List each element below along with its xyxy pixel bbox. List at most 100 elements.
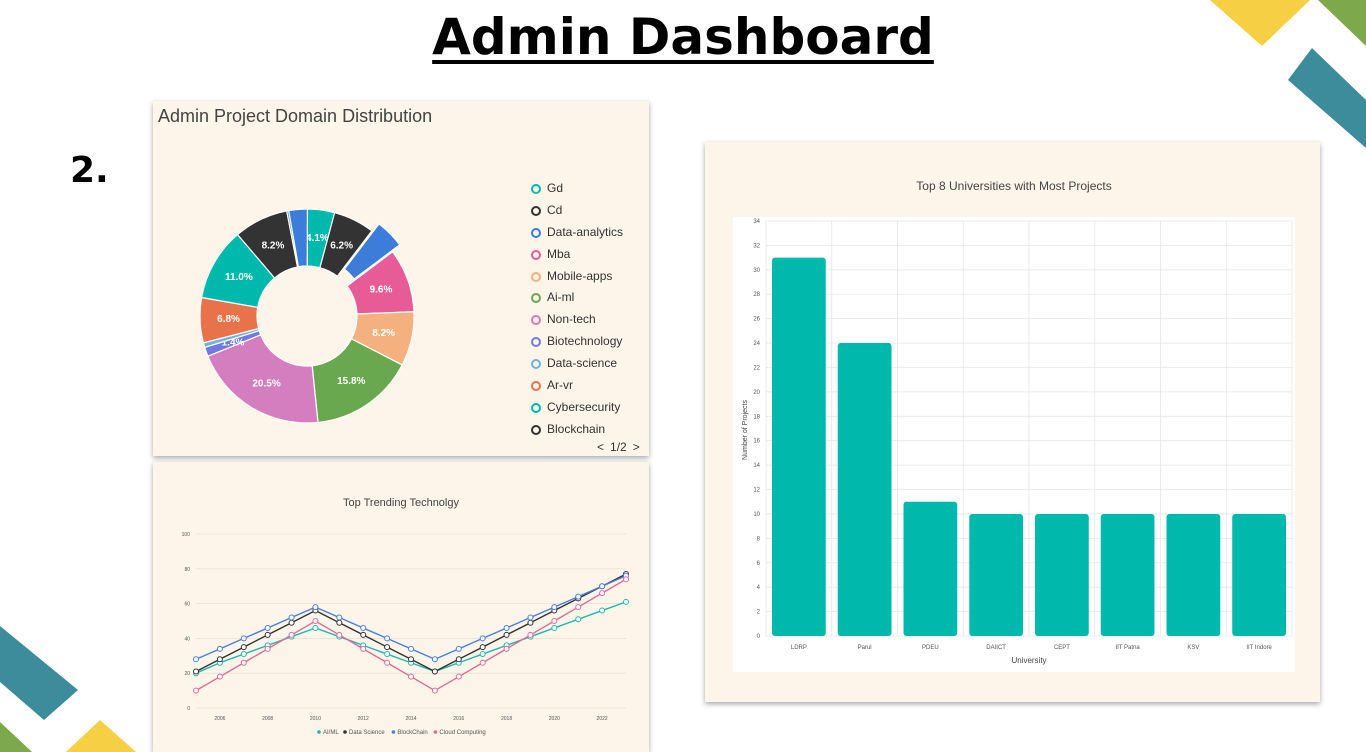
series-point[interactable] xyxy=(240,635,247,642)
legend-item[interactable]: Biotechnology xyxy=(531,331,623,353)
legend-item[interactable]: Data-analytics xyxy=(531,222,623,244)
series-point[interactable] xyxy=(240,644,247,651)
bar[interactable] xyxy=(969,513,1023,636)
legend-item[interactable]: Blockchain xyxy=(531,419,623,441)
legend-item[interactable]: Cd xyxy=(531,200,623,222)
series-point[interactable] xyxy=(527,631,534,638)
series-point[interactable] xyxy=(360,645,367,652)
series-point[interactable] xyxy=(312,604,319,611)
series-point[interactable] xyxy=(599,607,606,614)
series-point[interactable] xyxy=(288,614,295,621)
series-point[interactable] xyxy=(455,673,462,680)
series-point[interactable] xyxy=(503,631,510,638)
pager-prev-button[interactable]: < xyxy=(597,440,604,454)
donut-slice-label: 6.2% xyxy=(330,241,353,252)
trending-technology-panel: Top Trending Technolgy 0 20 40 60 80 100 2006 20… xyxy=(153,462,649,752)
donut-slice-label: 15.8% xyxy=(337,376,365,387)
series-point[interactable] xyxy=(527,619,534,626)
series-point[interactable] xyxy=(503,645,510,652)
series-point[interactable] xyxy=(240,659,247,666)
series-point[interactable] xyxy=(336,614,343,621)
bar[interactable] xyxy=(772,257,826,636)
legend-pager: < 1/2 > xyxy=(597,440,640,454)
series-point[interactable] xyxy=(288,631,295,638)
line-legend-marker-icon xyxy=(433,730,438,734)
bar[interactable] xyxy=(1100,513,1155,636)
legend-marker-icon xyxy=(531,315,541,326)
series-point[interactable] xyxy=(623,576,629,583)
series-point[interactable] xyxy=(431,656,438,663)
legend-item[interactable]: Cybersecurity xyxy=(531,397,623,419)
x-axis-label: University xyxy=(1011,656,1046,665)
deco-teal-bar-bottom xyxy=(0,626,78,720)
series-point[interactable] xyxy=(575,604,582,611)
series-point[interactable] xyxy=(479,651,486,658)
series-point[interactable] xyxy=(312,618,319,624)
bar[interactable] xyxy=(903,501,958,636)
series-point[interactable] xyxy=(551,618,558,624)
pager-next-button[interactable]: > xyxy=(633,440,640,454)
series-point[interactable] xyxy=(431,687,438,694)
line-chart-title: Top Trending Technolgy xyxy=(343,497,459,509)
y-tick-label: 34 xyxy=(753,219,760,225)
series-point[interactable] xyxy=(551,604,558,611)
series-point[interactable] xyxy=(264,631,271,638)
series-point[interactable] xyxy=(240,651,247,658)
legend-item[interactable]: Mba xyxy=(531,244,623,266)
series-point[interactable] xyxy=(360,624,367,631)
series-point[interactable] xyxy=(575,616,582,623)
series-point[interactable] xyxy=(503,624,510,631)
y-tick-label: 28 xyxy=(753,292,760,298)
series-point[interactable] xyxy=(384,635,391,642)
bar[interactable] xyxy=(1035,513,1089,636)
legend-label: Blockchain xyxy=(547,421,606,436)
series-point[interactable] xyxy=(288,619,295,626)
series-point[interactable] xyxy=(408,673,414,680)
series-point[interactable] xyxy=(455,645,462,652)
series-point[interactable] xyxy=(408,645,414,652)
y-axis-label: Number of Projects xyxy=(742,400,749,460)
legend-item[interactable]: Gd xyxy=(531,178,623,200)
series-point[interactable] xyxy=(384,644,391,651)
series-point[interactable] xyxy=(479,659,486,666)
series-point[interactable] xyxy=(336,619,343,626)
series-point[interactable] xyxy=(575,593,582,600)
legend-item[interactable]: Mobile-apps xyxy=(531,266,623,288)
series-point[interactable] xyxy=(264,624,271,631)
series-point[interactable] xyxy=(360,631,367,638)
series-point[interactable] xyxy=(193,687,199,694)
series-point[interactable] xyxy=(479,644,486,651)
x-tick-label: 2010 xyxy=(310,716,321,722)
series-point[interactable] xyxy=(384,651,391,658)
legend-item[interactable]: Non-tech xyxy=(531,309,623,331)
series-point[interactable] xyxy=(193,668,199,675)
bar[interactable] xyxy=(837,343,892,636)
series-point[interactable] xyxy=(216,673,223,680)
series-point[interactable] xyxy=(193,656,199,663)
series-point[interactable] xyxy=(599,590,606,597)
series-point[interactable] xyxy=(216,656,223,663)
legend-label: Non-tech xyxy=(547,312,596,327)
series-point[interactable] xyxy=(336,631,343,638)
y-tick-label: 60 xyxy=(184,602,190,608)
series-point[interactable] xyxy=(455,656,462,663)
series-point[interactable] xyxy=(264,645,271,652)
series-point[interactable] xyxy=(599,583,606,590)
series-point[interactable] xyxy=(384,659,391,666)
bar[interactable] xyxy=(1232,513,1286,636)
series-point[interactable] xyxy=(312,624,319,631)
legend-marker-icon xyxy=(531,337,541,348)
legend-marker-icon xyxy=(531,183,541,194)
legend-item[interactable]: Ai-ml xyxy=(531,287,623,309)
bar[interactable] xyxy=(1166,513,1221,636)
series-point[interactable] xyxy=(408,656,414,663)
series-point[interactable] xyxy=(551,624,558,631)
series-point[interactable] xyxy=(431,668,438,675)
x-tick-label: 2022 xyxy=(597,716,608,722)
legend-item[interactable]: Ar-vr xyxy=(531,375,623,397)
series-point[interactable] xyxy=(623,598,629,605)
series-point[interactable] xyxy=(216,645,223,652)
series-point[interactable] xyxy=(527,614,534,621)
legend-item[interactable]: Data-science xyxy=(531,353,623,375)
series-point[interactable] xyxy=(479,635,486,642)
